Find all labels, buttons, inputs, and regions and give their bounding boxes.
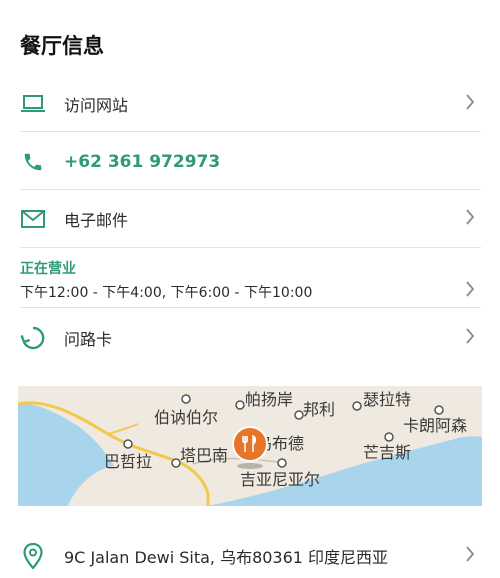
location-map[interactable]: 帕扬岸 伯讷伯尔 邦利 瑟拉特 卡朗阿森 巴哲拉 塔巴南 乌布德 芒吉斯 吉亚尼…	[18, 386, 482, 506]
mail-icon	[20, 206, 46, 232]
hours-row[interactable]: 正在营业 下午12:00 - 下午4:00, 下午6:00 - 下午10:00	[0, 248, 500, 306]
website-row[interactable]: 访问网站	[20, 86, 481, 122]
website-label: 访问网站	[64, 96, 129, 115]
chevron-right-icon	[465, 209, 475, 229]
map-place-label: 吉亚尼亚尔	[240, 470, 321, 489]
divider	[20, 189, 481, 190]
directions-icon	[20, 325, 46, 351]
chevron-right-icon	[465, 281, 475, 301]
map-place-label: 邦利	[303, 400, 336, 419]
divider	[20, 131, 481, 132]
laptop-icon	[20, 91, 46, 117]
directions-card-label: 问路卡	[64, 330, 113, 349]
map-place-label: 塔巴南	[180, 446, 229, 465]
map-place-label: 伯讷伯尔	[154, 408, 219, 427]
phone-number-link[interactable]: +62 361 972973	[64, 152, 220, 172]
map-place-label: 帕扬岸	[245, 390, 294, 409]
divider	[20, 307, 481, 308]
map-place-label: 瑟拉特	[363, 390, 412, 409]
restaurant-pin-icon[interactable]	[232, 426, 268, 462]
chevron-right-icon	[465, 546, 475, 566]
chevron-right-icon	[465, 94, 475, 114]
address-row[interactable]: 9C Jalan Dewi Sita, 乌布80361 印度尼西亚	[20, 538, 481, 574]
email-row[interactable]: 电子邮件	[20, 201, 481, 237]
map-place-label: 芒吉斯	[363, 443, 412, 462]
directions-card-row[interactable]: 问路卡	[20, 320, 481, 356]
map-place-label: 卡朗阿森	[403, 416, 468, 435]
map-place-label: 巴哲拉	[104, 452, 153, 471]
phone-row[interactable]: +62 361 972973	[20, 144, 481, 180]
section-title: 餐厅信息	[20, 34, 104, 58]
location-pin-icon	[20, 543, 46, 569]
phone-icon	[20, 149, 46, 175]
email-label: 电子邮件	[64, 211, 129, 230]
address-text: 9C Jalan Dewi Sita, 乌布80361 印度尼西亚	[64, 548, 389, 567]
fork-knife-icon	[242, 434, 257, 452]
opening-hours-text: 下午12:00 - 下午4:00, 下午6:00 - 下午10:00	[20, 285, 313, 301]
chevron-right-icon	[465, 328, 475, 348]
open-status-label: 正在营业	[20, 261, 76, 277]
